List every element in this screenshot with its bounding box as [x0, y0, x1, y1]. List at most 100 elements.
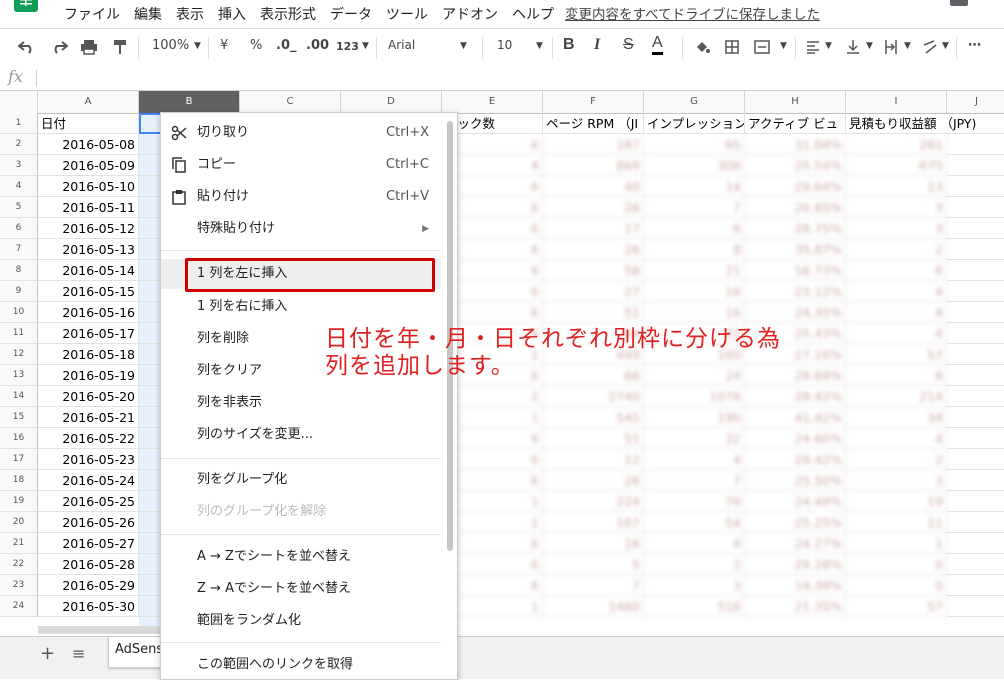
column-header-i[interactable]: I — [846, 91, 947, 113]
cell-rpm[interactable]: 26 — [543, 197, 644, 218]
cell-impressions[interactable]: 190 — [644, 407, 745, 428]
cell-impressions[interactable]: 2 — [644, 554, 745, 575]
undo-icon[interactable] — [18, 40, 36, 54]
cell-date[interactable]: 2016-05-26 — [38, 512, 139, 533]
comment-icon[interactable] — [950, 0, 968, 6]
cell-revenue[interactable]: 4 — [846, 281, 947, 302]
cell-rpm[interactable]: 869 — [543, 155, 644, 176]
cell-j[interactable] — [947, 155, 1004, 176]
cell-date[interactable]: 2016-05-17 — [38, 323, 139, 344]
cell-j[interactable] — [947, 197, 1004, 218]
menu-item-get-link[interactable]: この範囲へのリンクを取得 — [161, 650, 441, 679]
currency-button[interactable]: ¥ — [220, 38, 228, 53]
cell-date[interactable]: 2016-05-16 — [38, 302, 139, 323]
cell-revenue[interactable]: 0 — [846, 554, 947, 575]
more-options-icon[interactable]: ⋯ — [968, 38, 982, 53]
menu-insert[interactable]: 挿入 — [218, 4, 246, 24]
save-status-link[interactable]: 変更内容をすべてドライブに保存しました — [565, 3, 820, 23]
row-header[interactable]: 2 — [0, 134, 38, 155]
cell-j[interactable] — [947, 512, 1004, 533]
cell-rpm[interactable]: 27 — [543, 281, 644, 302]
row-header[interactable]: 13 — [0, 365, 38, 386]
row-header[interactable]: 1 — [0, 113, 38, 134]
cell-date[interactable]: 2016-05-28 — [38, 554, 139, 575]
zoom-chevron-down-icon[interactable]: ▼ — [194, 41, 201, 51]
column-header-d[interactable]: D — [341, 91, 442, 113]
cell-date[interactable]: 2016-05-09 — [38, 155, 139, 176]
menu-item-copy[interactable]: コピー Ctrl+C — [161, 150, 441, 180]
menu-view[interactable]: 表示 — [176, 4, 204, 24]
cell-rpm[interactable]: 17 — [543, 218, 644, 239]
cell-date[interactable]: 2016-05-25 — [38, 491, 139, 512]
cell-j[interactable] — [947, 176, 1004, 197]
column-header-b[interactable]: B — [139, 91, 240, 113]
cell-impressions[interactable]: 3 — [644, 575, 745, 596]
percent-button[interactable]: % — [250, 38, 262, 53]
align-left-icon[interactable] — [806, 40, 820, 54]
cell-impressions[interactable]: 54 — [644, 512, 745, 533]
cell-date[interactable]: 2016-05-18 — [38, 344, 139, 365]
text-color-button[interactable]: A — [652, 34, 663, 55]
row-header[interactable]: 8 — [0, 260, 38, 281]
cell-rpm[interactable]: 12 — [543, 449, 644, 470]
cell-j[interactable] — [947, 491, 1004, 512]
cell-impressions[interactable]: 6 — [644, 218, 745, 239]
cell-active-view[interactable]: 29.64% — [745, 176, 846, 197]
add-sheet-icon[interactable]: + — [40, 643, 55, 664]
rotation-chevron-down-icon[interactable]: ▼ — [942, 41, 949, 51]
cell-active-view[interactable]: 35.87% — [745, 239, 846, 260]
row-header[interactable]: 4 — [0, 176, 38, 197]
menu-item-paste[interactable]: 貼り付け Ctrl+V — [161, 182, 441, 212]
cell-rpm[interactable]: 51 — [543, 302, 644, 323]
menu-item-group-column[interactable]: 列をグループ化 — [161, 465, 441, 495]
cell-j[interactable] — [947, 281, 1004, 302]
horizontal-scrollbar[interactable] — [38, 626, 160, 634]
cell-j[interactable] — [947, 239, 1004, 260]
row-header[interactable]: 5 — [0, 197, 38, 218]
cell-active-view[interactable]: 25.50% — [745, 470, 846, 491]
cell-revenue[interactable]: 261 — [846, 134, 947, 155]
zoom-select[interactable]: 100% — [152, 38, 189, 53]
cell-revenue[interactable]: 214 — [846, 386, 947, 407]
cell-j[interactable] — [947, 554, 1004, 575]
cell-revenue[interactable]: 3 — [846, 197, 947, 218]
cell-impressions[interactable]: 516 — [644, 596, 745, 617]
cell-j[interactable] — [947, 470, 1004, 491]
sheets-logo-icon[interactable] — [14, 0, 38, 12]
cell-revenue[interactable]: 6 — [846, 260, 947, 281]
cell-impressions[interactable]: 65 — [644, 134, 745, 155]
cell-date[interactable]: 2016-05-23 — [38, 449, 139, 470]
decimal-increase-button[interactable]: .00 — [306, 38, 329, 53]
menu-help[interactable]: ヘルプ — [512, 4, 554, 24]
row-header[interactable]: 21 — [0, 533, 38, 554]
italic-button[interactable]: I — [594, 36, 600, 54]
row-header[interactable]: 19 — [0, 491, 38, 512]
cell-j[interactable] — [947, 449, 1004, 470]
cell-g1[interactable]: インプレッション — [644, 113, 745, 134]
row-header[interactable]: 22 — [0, 554, 38, 575]
cell-revenue[interactable]: 4 — [846, 428, 947, 449]
cell-impressions[interactable]: 4 — [644, 449, 745, 470]
column-header-c[interactable]: C — [240, 91, 341, 113]
cell-date[interactable]: 2016-05-10 — [38, 176, 139, 197]
cell-active-view[interactable]: 16.73% — [745, 260, 846, 281]
text-wrap-icon[interactable] — [884, 39, 898, 55]
fill-color-icon[interactable] — [694, 40, 710, 54]
cell-active-view[interactable]: 25.25% — [745, 512, 846, 533]
cell-rpm[interactable]: 167 — [543, 512, 644, 533]
sheet-tab-active[interactable]: AdSens — [108, 637, 163, 668]
cell-revenue[interactable]: 4 — [846, 302, 947, 323]
cell-active-view[interactable]: 24.35% — [745, 302, 846, 323]
menu-file[interactable]: ファイル — [64, 4, 120, 24]
cell-active-view[interactable]: 23.12% — [745, 281, 846, 302]
cell-revenue[interactable]: 13 — [846, 176, 947, 197]
select-all-corner[interactable] — [0, 91, 38, 113]
cell-active-view[interactable]: 24.49% — [745, 491, 846, 512]
cell-rpm[interactable]: 16 — [543, 533, 644, 554]
cell-revenue[interactable]: 3 — [846, 470, 947, 491]
all-sheets-icon[interactable]: ≡ — [72, 644, 85, 663]
cell-active-view[interactable]: 41.42% — [745, 407, 846, 428]
cell-date[interactable]: 2016-05-13 — [38, 239, 139, 260]
cell-active-view[interactable]: 28.42% — [745, 386, 846, 407]
cell-impressions[interactable]: 21 — [644, 260, 745, 281]
